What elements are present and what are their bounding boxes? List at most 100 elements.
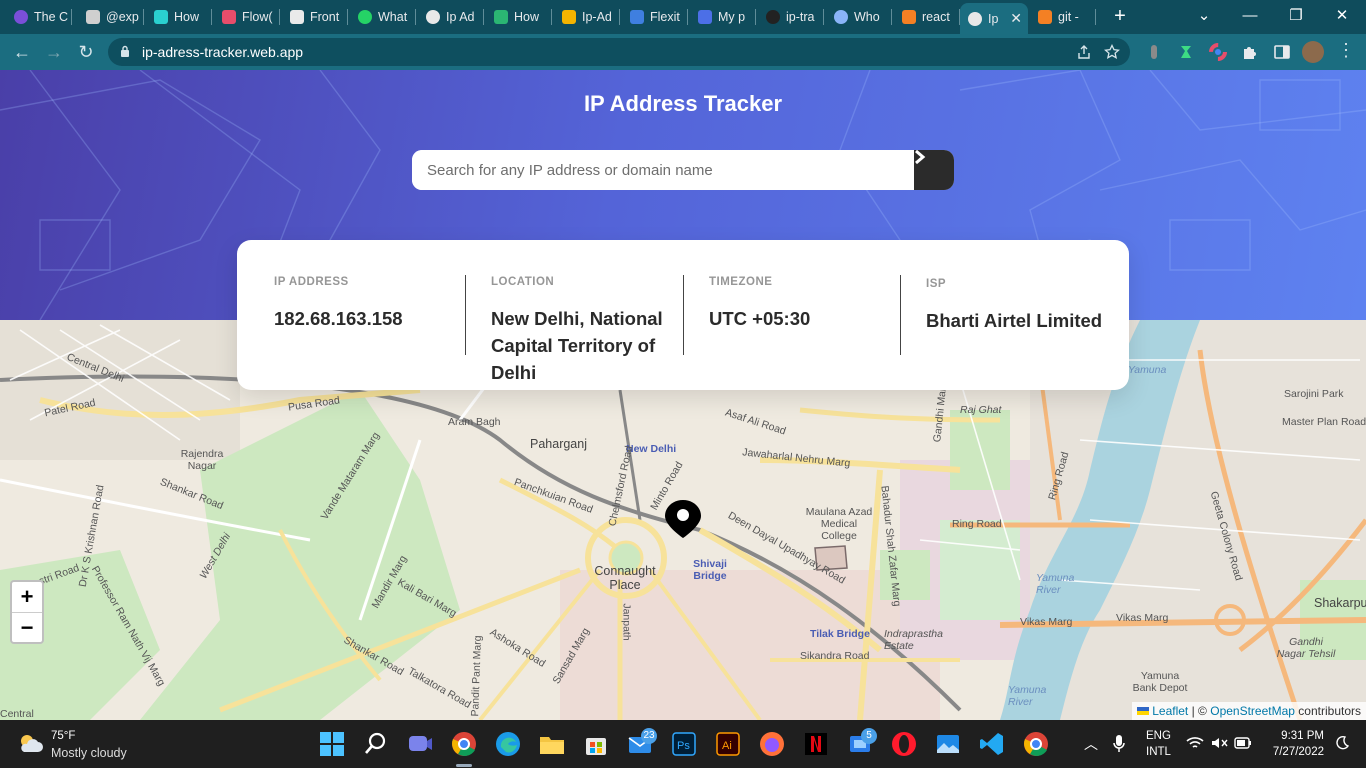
microphone-icon[interactable] — [1112, 734, 1126, 754]
moon-icon[interactable] — [1334, 735, 1350, 751]
browser-tab[interactable]: Who — [826, 5, 892, 29]
browser-tab[interactable]: What — [350, 5, 416, 29]
chrome-icon[interactable] — [1022, 730, 1050, 758]
vscode-icon[interactable] — [978, 730, 1006, 758]
reload-icon[interactable]: ↻ — [76, 42, 96, 62]
illustrator-icon[interactable]: Ai — [714, 730, 742, 758]
location-marker-icon[interactable] — [663, 499, 703, 539]
osm-link[interactable]: OpenStreetMap — [1210, 704, 1295, 718]
bookmark-star-icon[interactable] — [1104, 44, 1120, 60]
netflix-icon[interactable] — [802, 730, 830, 758]
page-title: IP Address Tracker — [583, 91, 783, 116]
svg-text:Ps: Ps — [677, 740, 690, 752]
browser-tab[interactable]: How — [486, 5, 552, 29]
browser-tab[interactable]: How — [146, 5, 212, 29]
map-label: Central — [0, 708, 34, 720]
extension-icon[interactable] — [1144, 42, 1164, 62]
map-label: Tilak Bridge — [810, 628, 870, 640]
map-label: Maulana Azad Medical College — [805, 506, 873, 542]
new-tab-button[interactable]: + — [1110, 6, 1130, 26]
browser-tab[interactable]: @exp — [78, 5, 144, 29]
tab-favicon-icon — [222, 10, 236, 24]
timezone-value: UTC +05:30 — [709, 308, 811, 329]
forward-icon[interactable]: → — [44, 42, 64, 62]
chevron-right-icon — [915, 150, 926, 164]
browser-tab[interactable]: Flow( — [214, 5, 280, 29]
search-icon[interactable] — [362, 730, 390, 758]
browser-tab[interactable]: My p — [690, 5, 756, 29]
opera-icon[interactable] — [890, 730, 918, 758]
share-icon[interactable] — [1076, 44, 1092, 60]
browser-tab[interactable]: react — [894, 5, 960, 29]
weather-temp[interactable]: 75°F — [51, 730, 75, 742]
map-label: Rajendra Nagar — [180, 448, 224, 472]
browser-tab[interactable]: Ip-Ad — [554, 5, 620, 29]
language-code[interactable]: ENG — [1146, 730, 1171, 742]
zoom-in-button[interactable]: + — [12, 582, 42, 612]
extension-icon[interactable] — [1176, 42, 1196, 62]
zoom-out-button[interactable]: − — [12, 612, 42, 642]
menu-icon[interactable]: ⋮ — [1336, 40, 1356, 60]
tab-search-icon[interactable]: ⌄ — [1192, 6, 1216, 26]
firefox-icon[interactable] — [758, 730, 786, 758]
file-explorer-icon[interactable] — [538, 730, 566, 758]
browser-tab[interactable]: ip-tra — [758, 5, 824, 29]
tab-favicon-icon — [834, 10, 848, 24]
edge-icon[interactable] — [494, 730, 522, 758]
location-value: New Delhi, National Capital Territory of… — [491, 308, 663, 383]
chevron-up-icon[interactable]: ︿ — [1084, 734, 1098, 754]
clock-time[interactable]: 9:31 PM — [1270, 730, 1324, 742]
store-icon[interactable] — [582, 730, 610, 758]
volume-muted-icon[interactable] — [1210, 736, 1228, 750]
search-button[interactable] — [914, 150, 954, 190]
minimize-button[interactable]: — — [1238, 6, 1262, 26]
divider — [683, 275, 684, 355]
wifi-icon[interactable] — [1186, 736, 1204, 750]
map-label: Ring Road — [952, 518, 1002, 530]
tab-favicon-icon — [766, 10, 780, 24]
leaflet-link[interactable]: Leaflet — [1152, 704, 1188, 718]
isp-block: ISP Bharti Airtel Limited — [926, 278, 1126, 334]
search-input[interactable] — [412, 150, 914, 190]
windows-start-icon[interactable] — [318, 730, 346, 758]
browser-tab-bar: The C @exp How Flow( Front What Ip Ad Ho… — [0, 0, 1366, 34]
browser-tab[interactable]: Ip Ad — [418, 5, 484, 29]
browser-tab[interactable]: The C — [6, 5, 72, 29]
web-page: IP Address Tracker Search for any IP add… — [0, 70, 1366, 720]
puzzle-icon[interactable] — [1240, 42, 1260, 62]
map-label: Sarojini Park — [1284, 388, 1344, 400]
browser-tab[interactable]: git - — [1030, 5, 1096, 29]
close-window-button[interactable]: ✕ — [1330, 6, 1354, 26]
chrome-icon[interactable] — [450, 730, 478, 758]
battery-icon[interactable] — [1234, 737, 1252, 749]
weather-cloudy-icon[interactable] — [18, 732, 44, 754]
keyboard-layout[interactable]: INTL — [1146, 746, 1171, 758]
maximize-button[interactable]: ❐ — [1284, 6, 1308, 26]
address-bar[interactable]: ip-adress-tracker.web.app — [108, 38, 1130, 66]
browser-tab[interactable]: Flexit — [622, 5, 688, 29]
browser-toolbar: ← → ↻ ip-adress-tracker.web.app ⋮ — [0, 34, 1366, 70]
close-tab-icon[interactable]: ✕ — [1010, 10, 1022, 27]
browser-tab-active[interactable]: Ip ✕ — [960, 3, 1028, 34]
map-label: Yamuna River — [1008, 684, 1047, 708]
map-label: Raj Ghat — [960, 404, 1002, 416]
avatar[interactable] — [1302, 41, 1324, 63]
browser-tab[interactable]: Front — [282, 5, 348, 29]
clock-date[interactable]: 7/27/2022 — [1258, 746, 1324, 758]
tab-favicon-icon — [698, 10, 712, 24]
map-label: Shivaji Bridge — [693, 558, 727, 582]
color-picker-icon[interactable] — [1208, 42, 1228, 62]
map-label: Yamuna — [1128, 364, 1167, 376]
photos-icon[interactable] — [934, 730, 962, 758]
divider — [465, 275, 466, 355]
photoshop-icon[interactable]: Ps — [670, 730, 698, 758]
weather-desc[interactable]: Mostly cloudy — [51, 746, 127, 760]
map-attribution: Leaflet | © OpenStreetMap contributors — [1131, 702, 1366, 720]
tab-favicon-icon — [154, 10, 168, 24]
map-label: Gandhi Nagar Tehsil — [1276, 636, 1336, 660]
tab-favicon-icon — [86, 10, 100, 24]
teams-chat-icon[interactable] — [406, 730, 434, 758]
side-panel-icon[interactable] — [1272, 42, 1292, 62]
back-icon[interactable]: ← — [12, 42, 32, 62]
ip-address-value: 182.68.163.158 — [274, 308, 403, 329]
